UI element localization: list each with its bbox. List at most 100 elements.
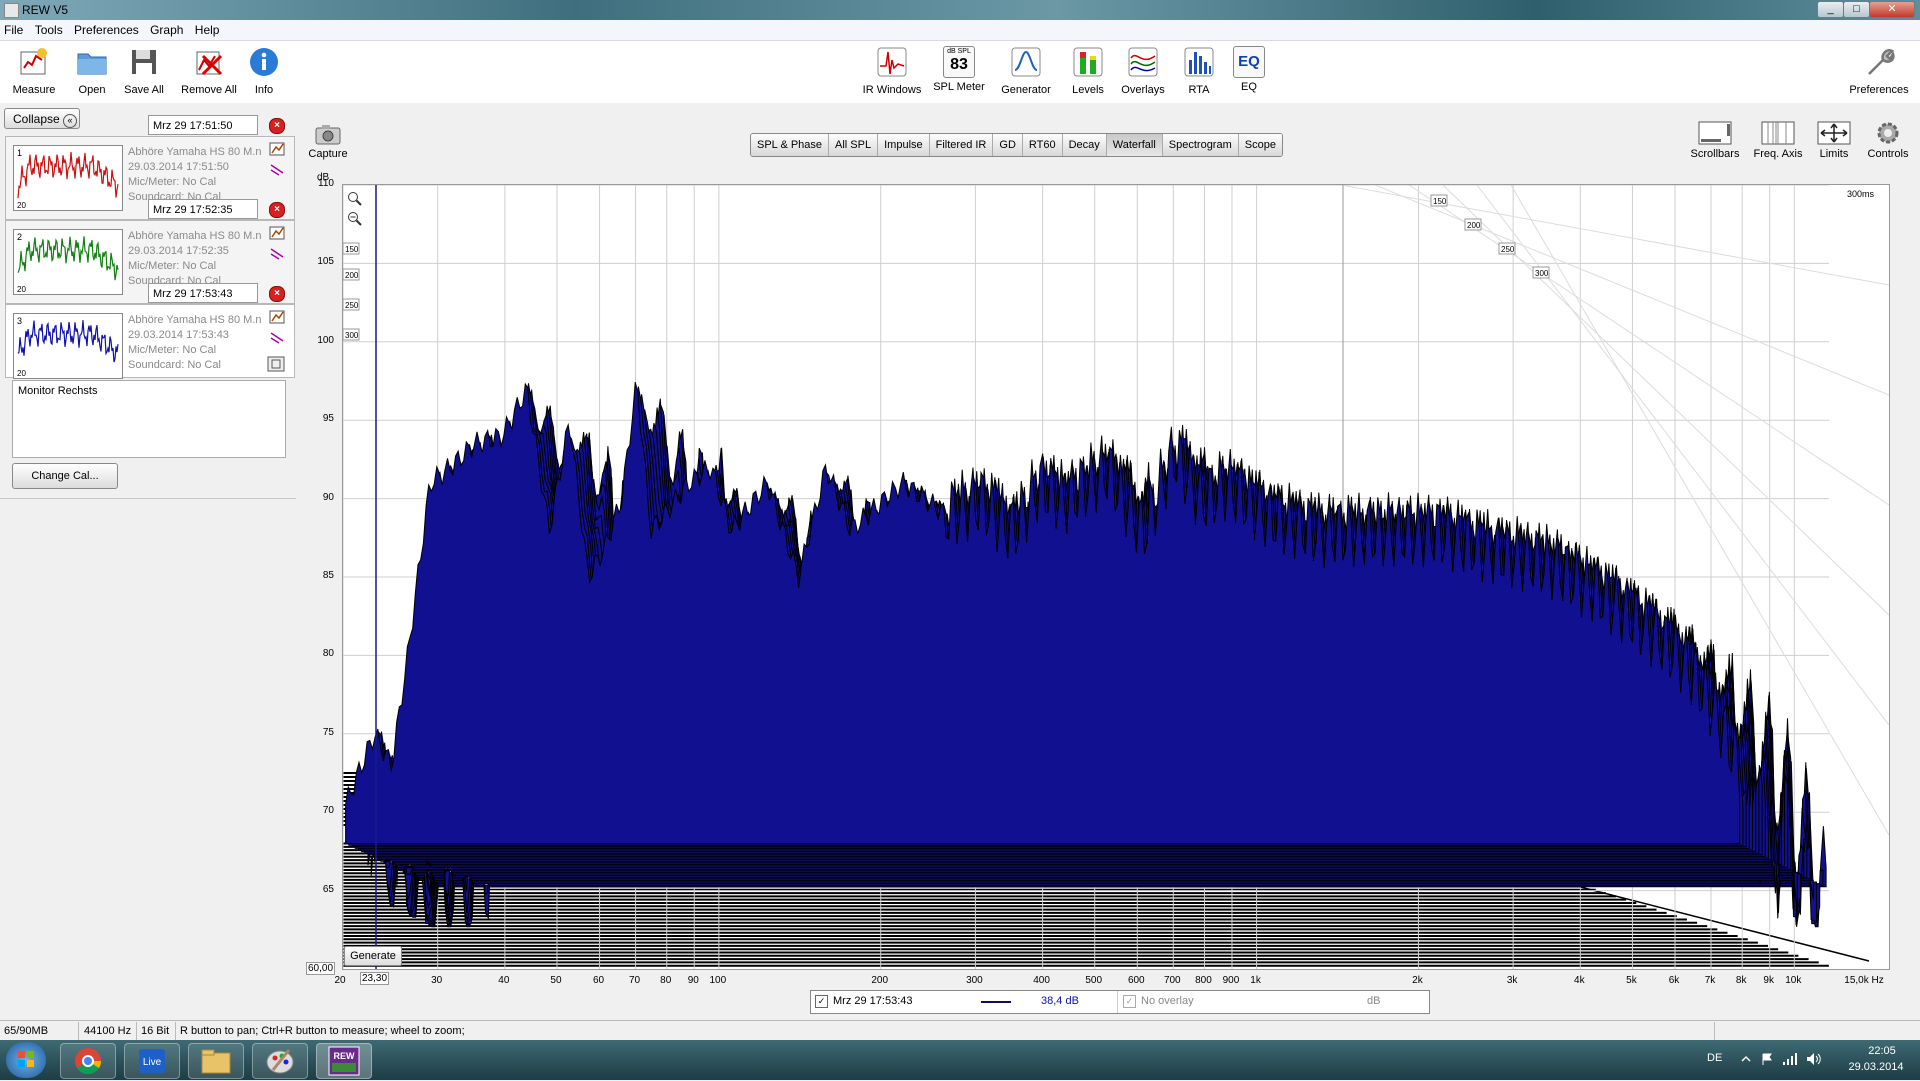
menu-file[interactable]: File bbox=[0, 20, 27, 37]
info-button[interactable]: Info bbox=[246, 46, 282, 96]
taskbar-clock-date[interactable]: 29.03.2014 bbox=[1838, 1061, 1914, 1073]
menu-bar: File Tools Preferences Graph Help bbox=[0, 20, 1920, 41]
taskbar-paint[interactable] bbox=[252, 1043, 308, 1079]
side-time-tick-label: 200 bbox=[343, 268, 360, 281]
taskbar-language[interactable]: DE bbox=[1707, 1052, 1722, 1064]
live-icon: Live bbox=[139, 1049, 165, 1073]
taskbar-live[interactable]: Live bbox=[124, 1043, 180, 1079]
show-hidden-icons-icon[interactable] bbox=[1740, 1053, 1752, 1065]
collapse-button[interactable]: Collapse « bbox=[4, 108, 80, 129]
generator-icon bbox=[1011, 47, 1041, 77]
x-tick-label: 500 bbox=[1085, 975, 1103, 986]
svg-text:Live: Live bbox=[143, 1057, 162, 1068]
left-panel-divider bbox=[0, 498, 296, 499]
change-cal-button[interactable]: Change Cal... bbox=[12, 463, 118, 489]
tab-decay[interactable]: Decay bbox=[1062, 134, 1107, 156]
volume-icon[interactable] bbox=[1806, 1052, 1822, 1066]
taskbar-rew[interactable]: REW bbox=[316, 1043, 372, 1079]
maximize-button[interactable]: □ bbox=[1843, 1, 1870, 18]
tab-all-spl[interactable]: All SPL bbox=[829, 134, 879, 156]
measure-icon bbox=[20, 48, 47, 75]
tab-filtered-ir[interactable]: Filtered IR bbox=[929, 134, 994, 156]
delete-measurement-3-icon[interactable]: × bbox=[269, 286, 285, 302]
scrollbars-button[interactable]: Scrollbars bbox=[1686, 120, 1744, 160]
delete-measurement-2-icon[interactable]: × bbox=[269, 202, 285, 218]
waterfall-chart-svg: 50100150200250300300ms150200250300 bbox=[343, 185, 1889, 969]
measurement-name-field-1[interactable]: Mrz 29 17:51:50 bbox=[148, 115, 258, 135]
minimize-button[interactable]: _ bbox=[1817, 1, 1844, 18]
zoom-in-icon[interactable] bbox=[347, 191, 363, 207]
generate-button[interactable]: Generate bbox=[344, 946, 402, 966]
measure-button[interactable]: Measure bbox=[10, 46, 58, 96]
rta-button[interactable]: RTA bbox=[1179, 46, 1219, 96]
x-tick-label: 70 bbox=[628, 975, 641, 986]
graph-legend: ✓ Mrz 29 17:53:43 38,4 dB ✓ No overlay d… bbox=[810, 990, 1430, 1014]
measurement-graph-1-icon[interactable] bbox=[269, 142, 285, 156]
svg-text:2: 2 bbox=[17, 232, 22, 242]
remove-all-button[interactable]: Remove All bbox=[178, 46, 240, 96]
tab-waterfall[interactable]: Waterfall bbox=[1106, 134, 1163, 156]
status-bar: 65/90MB 44100 Hz 16 Bit R button to pan;… bbox=[0, 1020, 1920, 1041]
measurement-name-field-2[interactable]: Mrz 29 17:52:35 bbox=[148, 199, 258, 219]
taskbar-clock-time[interactable]: 22:05 bbox=[1852, 1045, 1912, 1057]
eq-button[interactable]: EQ EQ bbox=[1229, 46, 1269, 93]
soundcard-cal-3-icon[interactable] bbox=[267, 356, 285, 372]
freq-axis-button[interactable]: Freq. Axis bbox=[1750, 120, 1806, 160]
measurement-name-field-3[interactable]: Mrz 29 17:53:43 bbox=[148, 283, 258, 303]
menu-help[interactable]: Help bbox=[191, 20, 224, 37]
zoom-out-icon[interactable] bbox=[347, 211, 363, 227]
tab-spectrogram[interactable]: Spectrogram bbox=[1162, 134, 1239, 156]
tab-impulse[interactable]: Impulse bbox=[878, 134, 930, 156]
measurement-notes[interactable]: Monitor Rechsts bbox=[12, 380, 286, 458]
measurement-mic-2-icon[interactable] bbox=[269, 246, 285, 260]
capture-button[interactable]: Capture bbox=[306, 122, 350, 160]
waterfall-graph[interactable]: 50100150200250300300ms150200250300 bbox=[342, 184, 1890, 970]
taskbar-chrome[interactable] bbox=[60, 1043, 116, 1079]
menu-preferences[interactable]: Preferences bbox=[70, 20, 143, 37]
open-button[interactable]: Open bbox=[68, 46, 116, 96]
measurement-mic-1-icon[interactable] bbox=[269, 162, 285, 176]
spl-meter-button[interactable]: dB SPL 83 SPL Meter bbox=[931, 46, 987, 93]
y-tick-label: 85 bbox=[322, 570, 334, 581]
tab-scope[interactable]: Scope bbox=[1238, 134, 1282, 156]
spl-meter-icon: dB SPL 83 bbox=[943, 46, 975, 78]
camera-icon bbox=[315, 125, 341, 145]
save-all-button[interactable]: Save All bbox=[120, 46, 168, 96]
x-tick-label: 9k bbox=[1763, 975, 1774, 986]
network-icon[interactable] bbox=[1782, 1052, 1798, 1066]
levels-button[interactable]: Levels bbox=[1065, 46, 1111, 96]
measurement-card-3[interactable]: 3 20 Abhöre Yamaha HS 80 M.n 29.03.2014 … bbox=[5, 304, 295, 379]
limits-button[interactable]: Limits bbox=[1812, 120, 1856, 160]
measurement-thumb-graph-1: 1 20 bbox=[17, 148, 119, 210]
measurement-graph-2-icon[interactable] bbox=[269, 226, 285, 240]
svg-text:20: 20 bbox=[17, 285, 26, 294]
tab-gd[interactable]: GD bbox=[993, 134, 1023, 156]
svg-text:20: 20 bbox=[17, 201, 26, 210]
menu-graph[interactable]: Graph bbox=[146, 20, 187, 37]
levels-icon bbox=[1073, 47, 1103, 77]
time-tick-label: 200 bbox=[1464, 218, 1482, 231]
measurement-mic-3-icon[interactable] bbox=[269, 330, 285, 344]
trace-checkbox[interactable]: ✓ bbox=[815, 995, 828, 1008]
delete-measurement-1-icon[interactable]: × bbox=[269, 118, 285, 134]
legend-overlay-unit: dB bbox=[1367, 995, 1381, 1007]
overlay-checkbox[interactable]: ✓ bbox=[1123, 995, 1136, 1008]
overlays-button[interactable]: Overlays bbox=[1118, 46, 1168, 96]
taskbar-explorer[interactable] bbox=[188, 1043, 244, 1079]
menu-tools[interactable]: Tools bbox=[31, 20, 67, 37]
save-icon bbox=[132, 50, 156, 74]
x-tick-label: 100 bbox=[709, 975, 727, 986]
x-tick-label: 6k bbox=[1668, 975, 1680, 986]
close-window-button[interactable]: ✕ bbox=[1869, 1, 1915, 18]
generator-button[interactable]: Generator bbox=[996, 46, 1056, 96]
tab-rt60[interactable]: RT60 bbox=[1022, 134, 1063, 156]
preferences-button[interactable]: Preferences bbox=[1846, 46, 1912, 96]
tab-spl-phase[interactable]: SPL & Phase bbox=[751, 134, 830, 156]
action-center-flag-icon[interactable] bbox=[1760, 1052, 1774, 1066]
y-tick-label: 95 bbox=[322, 413, 334, 425]
measurement-graph-3-icon[interactable] bbox=[269, 310, 285, 324]
ir-windows-button[interactable]: IR Windows bbox=[860, 46, 924, 96]
controls-button[interactable]: Controls bbox=[1862, 120, 1914, 160]
x-tick-label: 400 bbox=[1033, 975, 1050, 986]
start-button[interactable] bbox=[6, 1042, 46, 1078]
